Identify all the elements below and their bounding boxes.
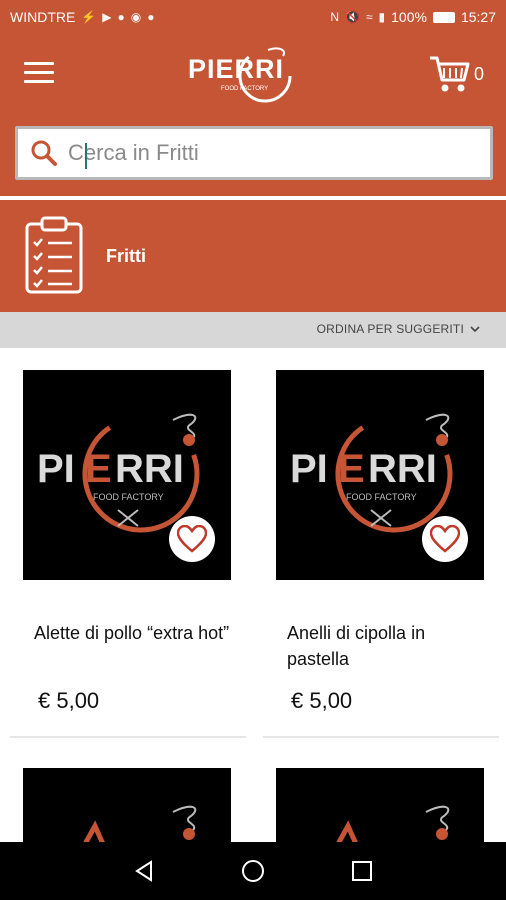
system-nav-bar [0, 842, 506, 900]
recents-icon[interactable] [347, 856, 377, 886]
svg-text:RRI: RRI [368, 447, 437, 491]
menu-icon[interactable] [24, 62, 54, 86]
svg-text:RRI: RRI [115, 447, 184, 491]
home-icon[interactable] [238, 856, 268, 886]
svg-text:PIERRI: PIERRI [188, 54, 284, 84]
svg-text:E: E [338, 447, 365, 491]
status-left: WINDTRE ⚡ ▶ ● ◉ ● [10, 9, 155, 25]
sort-label: ORDINA PER SUGGERITI [316, 322, 464, 336]
status-right: N 🔇 ≈ ▮ 100% 15:27 [330, 9, 496, 25]
facebook-icon: ● [117, 10, 125, 24]
svg-text:E: E [85, 447, 112, 491]
usb-icon: ⚡ [81, 10, 97, 24]
logo-subtext-svg: FOOD FACTORY [221, 86, 268, 92]
signal-icon: ▮ [378, 10, 386, 24]
category-title: Fritti [106, 246, 146, 266]
brand-logo: PIERRI FOOD FACTORY [183, 40, 303, 110]
nfc-icon: N [330, 10, 339, 24]
product-grid: PI E RRI FOOD FACTORY Alette di pollo “e… [0, 348, 506, 842]
instagram-icon: ◉ [130, 10, 142, 24]
product-image [336, 805, 450, 842]
product-price: € 5,00 [38, 688, 100, 713]
svg-text:PI: PI [37, 447, 75, 491]
chat-icon: ● [147, 10, 155, 24]
battery-icon [432, 11, 455, 23]
carrier-label: WINDTRE [10, 9, 76, 25]
back-icon[interactable] [129, 856, 159, 886]
product-image[interactable]: PI E RRI FOOD FACTORY [23, 370, 231, 580]
product-card-partial[interactable] [276, 768, 484, 842]
cart-count: 0 [474, 64, 485, 84]
youtube-icon: ▶ [102, 10, 112, 24]
chevron-down-icon [470, 325, 480, 332]
search-section [0, 116, 506, 196]
card-separator [10, 736, 246, 738]
product-card-partial[interactable] [23, 768, 231, 842]
search-box[interactable] [15, 126, 493, 180]
svg-text:FOOD FACTORY: FOOD FACTORY [346, 492, 417, 502]
card-separator [263, 736, 499, 738]
svg-text:FOOD FACTORY: FOOD FACTORY [93, 492, 164, 502]
status-bar: WINDTRE ⚡ ▶ ● ◉ ● N 🔇 ≈ ▮ 100% 15:27 [0, 0, 506, 34]
favorite-button[interactable] [169, 516, 215, 562]
svg-text:PI: PI [290, 447, 328, 491]
cart-icon[interactable] [428, 54, 470, 94]
category-header: Fritti [0, 200, 506, 312]
product-image [83, 805, 197, 842]
heart-icon [177, 525, 207, 553]
wifi-icon: ≈ [365, 10, 373, 24]
favorite-button[interactable] [422, 516, 468, 562]
clock-label: 15:27 [460, 9, 496, 25]
product-name[interactable]: Anelli di cipolla in pastella [287, 620, 487, 672]
app-bar: PIERRI FOOD FACTORY 0 [0, 34, 506, 116]
product-price: € 5,00 [291, 688, 353, 713]
search-icon [31, 140, 57, 166]
text-cursor [85, 143, 87, 169]
search-input[interactable] [68, 140, 468, 166]
sort-dropdown[interactable]: ORDINA PER SUGGERITI [317, 322, 480, 336]
product-name[interactable]: Alette di pollo “extra hot” [34, 620, 234, 646]
sort-bar: ORDINA PER SUGGERITI [0, 312, 506, 348]
product-image[interactable]: PI E RRI FOOD FACTORY [276, 370, 484, 580]
mute-icon: 🔇 [344, 10, 360, 24]
battery-label: 100% [391, 9, 427, 25]
clipboard-list-icon [25, 216, 83, 294]
heart-icon [430, 525, 460, 553]
